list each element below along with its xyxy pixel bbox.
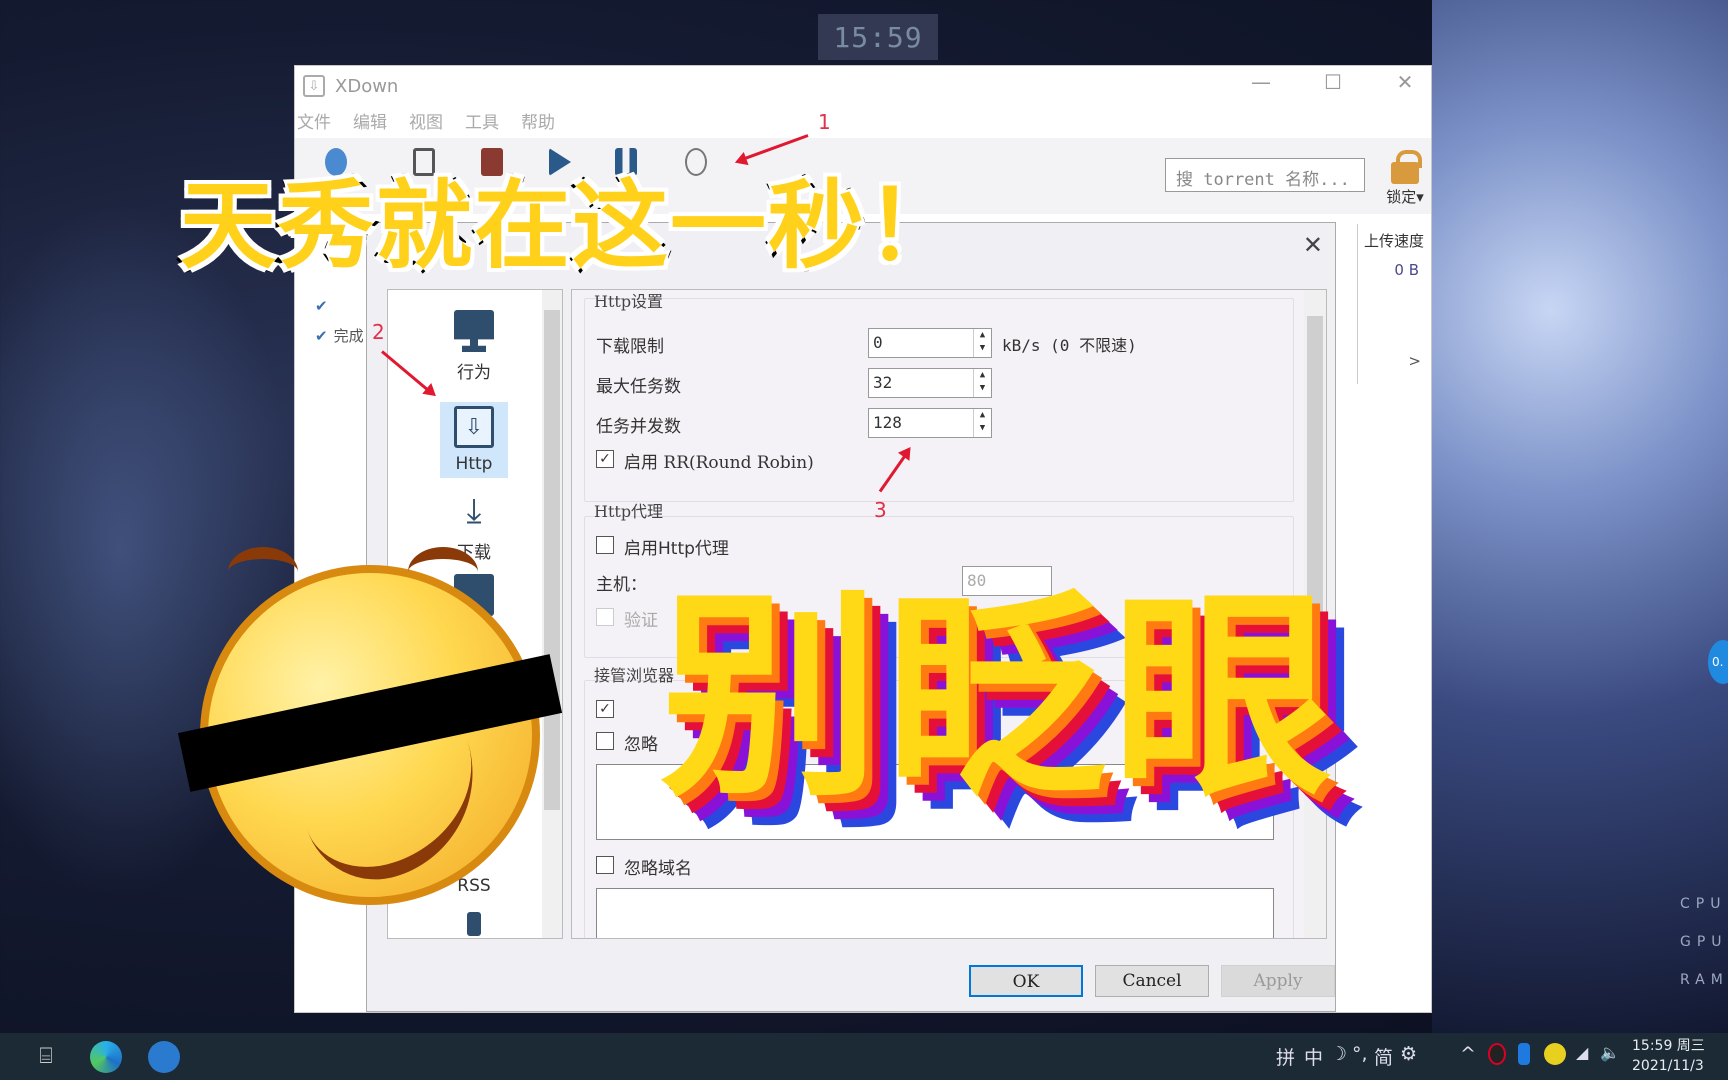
ok-button[interactable]: OK <box>969 965 1083 997</box>
xdown-app-icon: ⇩ <box>303 75 325 97</box>
stat-ram: RAM <box>1680 972 1728 988</box>
max-tasks-label: 最大任务数 <box>596 377 681 397</box>
menu-view[interactable]: 视图 <box>409 108 443 133</box>
scroll-right-chevron-icon[interactable]: > <box>1408 352 1421 370</box>
system-stats-widget: CPU GPU RAM <box>1680 885 1728 999</box>
menu-bar: 文件 编辑 视图 工具 帮助 <box>295 106 1431 134</box>
apply-button[interactable]: Apply <box>1221 965 1335 997</box>
close-button[interactable]: ✕ <box>1385 70 1425 94</box>
concurrency-spinbox[interactable]: 128 ▲ ▼ <box>868 408 992 438</box>
http-download-icon: ⇩ <box>454 406 494 448</box>
ime-pinyin-icon[interactable]: 拼 <box>1276 1043 1295 1070</box>
spin-arrows-icon[interactable]: ▲ ▼ <box>973 369 991 397</box>
category-http[interactable]: ⇩ Http <box>440 402 508 478</box>
qq-icon[interactable] <box>1488 1043 1506 1065</box>
host-label: 主机： <box>596 575 647 595</box>
annotation-step-2: 2 <box>372 320 385 344</box>
taskbar: ⌸ 拼 中 ☽ °, 简 ⚙ ^ ◢ 🔈 15:59 周三 2021/11/3 <box>0 1033 1728 1080</box>
ime-punctuation-icon[interactable]: °, <box>1352 1043 1368 1065</box>
stat-cpu: CPU <box>1680 896 1727 912</box>
menu-help[interactable]: 帮助 <box>521 108 555 133</box>
emoji-brow <box>228 547 298 597</box>
ignore-label: 忽略 <box>624 735 658 755</box>
lock-label: 锁定▾ <box>1386 188 1424 206</box>
spin-arrows-icon[interactable]: ▲ ▼ <box>973 329 991 357</box>
download-limit-unit: kB/s (0 不限速) <box>1002 336 1137 355</box>
caption-center: 别眨眼 <box>660 570 1339 826</box>
menu-edit[interactable]: 编辑 <box>353 108 387 133</box>
caption-top: 天秀就在这一秒！ <box>177 167 965 285</box>
wifi-icon[interactable]: ◢ <box>1576 1043 1588 1062</box>
scrollbar-thumb[interactable] <box>544 310 560 810</box>
cool-emoji-sticker <box>177 547 563 905</box>
menu-tools[interactable]: 工具 <box>465 108 499 133</box>
max-tasks-spinbox[interactable]: 32 ▲ ▼ <box>868 368 992 398</box>
concurrency-label: 任务并发数 <box>596 417 681 437</box>
group-title-http-settings: Http设置 <box>594 292 664 311</box>
category-tree: ✔ ✔ 完成 <box>315 291 364 351</box>
annotation-step-1: 1 <box>818 110 831 134</box>
stat-gpu: GPU <box>1680 934 1728 950</box>
monitor-icon <box>454 310 494 352</box>
annotation-step-3: 3 <box>874 498 887 522</box>
clock-time: 15:59 周三 <box>1632 1038 1705 1054</box>
ime-chinese-toggle[interactable]: 中 <box>1304 1043 1323 1070</box>
desktop-clock-widget: 15:59 <box>818 14 938 60</box>
check-icon: ✔ <box>315 327 328 345</box>
minimize-button[interactable]: — <box>1241 70 1281 94</box>
tree-item[interactable]: ✔ <box>315 291 364 321</box>
wallpaper-anime-girl <box>1432 0 1728 1033</box>
download-icon: ⤓ <box>466 491 482 531</box>
round-robin-checkbox[interactable]: ✓ <box>596 450 614 468</box>
category-behavior[interactable]: 行为 <box>440 310 508 383</box>
category-more[interactable] <box>440 912 508 942</box>
group-title-http-proxy: Http代理 <box>594 502 664 521</box>
window-title: XDown <box>335 75 399 97</box>
tray-overflow-chevron-icon[interactable]: ^ <box>1460 1043 1476 1065</box>
auth-label: 验证 <box>624 611 658 631</box>
ignore-checkbox[interactable] <box>596 732 614 750</box>
clock-date: 2021/11/3 <box>1632 1058 1704 1074</box>
ime-settings-icon[interactable]: ⚙ <box>1400 1043 1417 1065</box>
category-scrollbar[interactable] <box>542 290 562 938</box>
dialog-close-button[interactable]: ✕ <box>1303 231 1323 259</box>
auth-checkbox[interactable] <box>596 608 614 626</box>
ignore-domain-textarea[interactable] <box>596 888 1274 938</box>
upload-speed-header[interactable]: 上传速度 <box>1364 230 1429 251</box>
upload-speed-value: 0 B <box>1394 261 1419 279</box>
volume-icon[interactable]: 🔈 <box>1600 1043 1620 1062</box>
round-robin-label: 启用 RR(Round Robin) <box>624 453 814 473</box>
bluetooth-icon[interactable] <box>1518 1043 1530 1065</box>
ime-halfwidth-icon[interactable]: ☽ <box>1330 1043 1347 1065</box>
search-input[interactable]: 搜 torrent 名称... <box>1165 158 1365 192</box>
task-view-icon[interactable]: ⌸ <box>30 1041 62 1073</box>
menu-file[interactable]: 文件 <box>297 108 331 133</box>
takeover-checkbox[interactable]: ✓ <box>596 700 614 718</box>
maximize-button[interactable]: ☐ <box>1313 70 1353 94</box>
spin-arrows-icon[interactable]: ▲ ▼ <box>973 409 991 437</box>
ignore-domain-checkbox[interactable] <box>596 856 614 874</box>
book-icon <box>467 912 481 936</box>
phone-link-icon[interactable] <box>148 1041 180 1073</box>
enable-proxy-checkbox[interactable] <box>596 536 614 554</box>
lock-button[interactable]: 锁定▾ <box>1385 150 1425 207</box>
edge-browser-icon[interactable] <box>90 1041 122 1073</box>
lock-icon <box>1391 150 1422 184</box>
download-limit-spinbox[interactable]: 0 ▲ ▼ <box>868 328 992 358</box>
emoji-brow <box>408 547 478 597</box>
ignore-domain-label: 忽略域名 <box>624 859 692 879</box>
tree-item-completed[interactable]: ✔ 完成 <box>315 321 364 351</box>
check-icon: ✔ <box>315 297 328 315</box>
taskbar-clock[interactable]: 15:59 周三 2021/11/3 <box>1632 1036 1705 1076</box>
app-tray-icon[interactable] <box>1544 1043 1566 1065</box>
ime-simplified-toggle[interactable]: 简 <box>1374 1043 1393 1070</box>
cancel-button[interactable]: Cancel <box>1095 965 1209 997</box>
download-limit-label: 下载限制 <box>596 337 664 357</box>
column-upload-speed: 上传速度 0 B > <box>1357 224 1429 384</box>
